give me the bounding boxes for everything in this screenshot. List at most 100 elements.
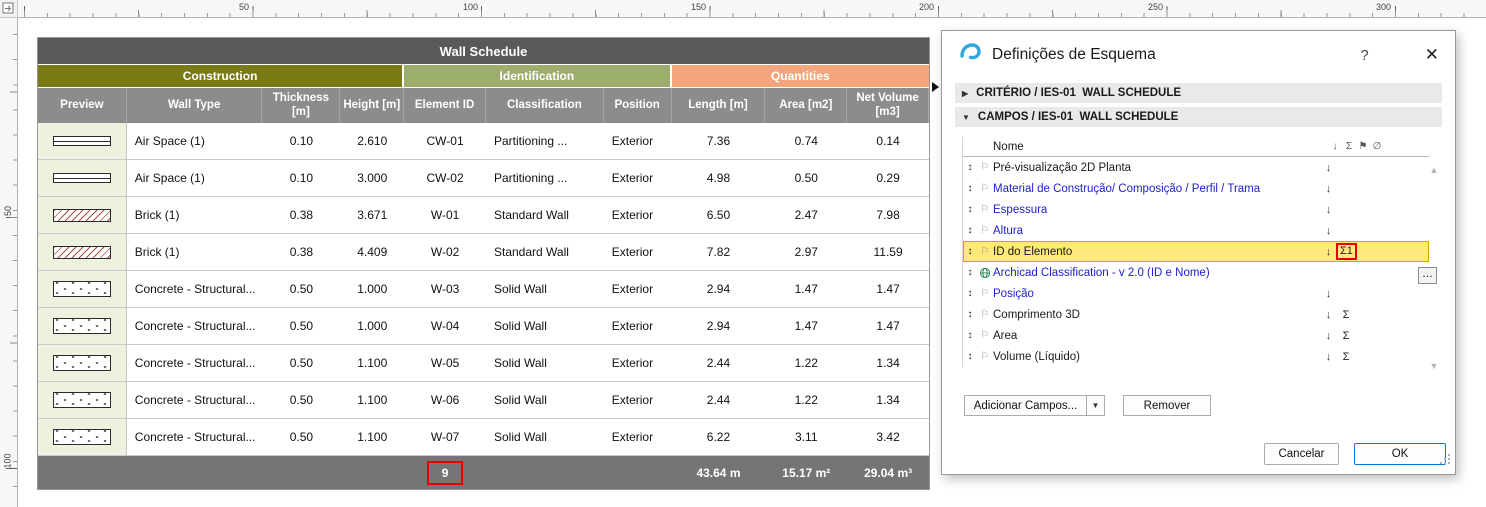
sum-flag[interactable]: Σ [1336, 330, 1356, 342]
field-label[interactable]: Altura [993, 225, 1321, 237]
field-row[interactable]: ↕ ⚐ Posição ↓ [963, 283, 1429, 304]
wall-type-cell[interactable]: Air Space (1) [127, 123, 263, 159]
table-row[interactable]: Concrete - Structural... 0.50 1.000 W-04… [38, 308, 929, 345]
classification-cell[interactable]: Solid Wall [486, 271, 604, 307]
area-cell[interactable]: 1.22 [765, 382, 847, 418]
element-id-cell[interactable]: W-01 [404, 197, 486, 233]
length-cell[interactable]: 7.82 [672, 234, 766, 270]
net-volume-cell[interactable]: 1.34 [847, 345, 929, 381]
reorder-handle-icon[interactable]: ↕ [963, 162, 977, 173]
column-header-net-volume[interactable]: Net Volume [m3] [847, 88, 929, 123]
scroll-up-icon[interactable]: ▲ [1427, 163, 1441, 177]
classification-cell[interactable]: Partitioning ... [486, 160, 604, 196]
field-label[interactable]: Posição [993, 288, 1321, 300]
position-cell[interactable]: Exterior [604, 234, 672, 270]
wall-preview[interactable] [38, 419, 127, 455]
sort-down-icon[interactable]: ↓ [1321, 351, 1336, 363]
length-cell[interactable]: 2.94 [672, 308, 766, 344]
net-volume-cell[interactable]: 1.47 [847, 271, 929, 307]
height-cell[interactable]: 3.671 [340, 197, 404, 233]
position-cell[interactable]: Exterior [604, 271, 672, 307]
field-row[interactable]: ↕ ⚐ Altura ↓ [963, 220, 1429, 241]
field-label[interactable]: Pré-visualização 2D Planta [993, 162, 1321, 174]
net-volume-cell[interactable]: 0.29 [847, 160, 929, 196]
wall-preview[interactable] [38, 308, 127, 344]
column-header-wall-type[interactable]: Wall Type [127, 88, 263, 123]
column-header-area[interactable]: Area [m2] [765, 88, 848, 123]
chevron-down-icon[interactable]: ▼ [962, 113, 970, 122]
field-row-selected[interactable]: ↕ ⚐ ID do Elemento ↓ Σ1 [963, 241, 1429, 262]
sort-down-icon[interactable]: ↓ [1321, 204, 1336, 216]
pane-handle-icon[interactable] [932, 82, 939, 92]
ruler-origin-icon[interactable] [0, 0, 18, 18]
add-fields-dropdown-icon[interactable]: ▼ [1086, 395, 1105, 416]
table-row[interactable]: Brick (1) 0.38 3.671 W-01 Standard Wall … [38, 197, 929, 234]
reorder-handle-icon[interactable]: ↕ [963, 288, 977, 299]
field-label[interactable]: Archicad Classification - v 2.0 (ID e No… [993, 267, 1321, 279]
wall-preview[interactable] [38, 271, 127, 307]
element-id-cell[interactable]: W-06 [404, 382, 486, 418]
scroll-down-icon[interactable]: ▼ [1427, 359, 1441, 373]
classification-cell[interactable]: Solid Wall [486, 382, 604, 418]
column-header-preview[interactable]: Preview [38, 88, 127, 123]
table-row[interactable]: Air Space (1) 0.10 2.610 CW-01 Partition… [38, 123, 929, 160]
position-cell[interactable]: Exterior [604, 160, 672, 196]
classification-cell[interactable]: Solid Wall [486, 345, 604, 381]
position-cell[interactable]: Exterior [604, 345, 672, 381]
length-cell[interactable]: 7.36 [672, 123, 766, 159]
height-cell[interactable]: 1.100 [340, 382, 404, 418]
element-id-cell[interactable]: W-07 [404, 419, 486, 455]
height-cell[interactable]: 4.409 [340, 234, 404, 270]
field-label[interactable]: ID do Elemento [993, 246, 1321, 258]
field-row[interactable]: ↕ Archicad Classification - v 2.0 (ID e … [963, 262, 1429, 283]
position-cell[interactable]: Exterior [604, 382, 672, 418]
wall-type-cell[interactable]: Brick (1) [127, 197, 263, 233]
table-row[interactable]: Concrete - Structural... 0.50 1.100 W-05… [38, 345, 929, 382]
area-cell[interactable]: 1.22 [765, 345, 847, 381]
wall-preview[interactable] [38, 123, 127, 159]
table-row[interactable]: Air Space (1) 0.10 3.000 CW-02 Partition… [38, 160, 929, 197]
height-cell[interactable]: 2.610 [340, 123, 404, 159]
element-id-cell[interactable]: CW-02 [404, 160, 486, 196]
wall-type-cell[interactable]: Concrete - Structural... [127, 345, 263, 381]
table-row[interactable]: Concrete - Structural... 0.50 1.100 W-06… [38, 382, 929, 419]
height-cell[interactable]: 1.000 [340, 308, 404, 344]
thickness-cell[interactable]: 0.50 [263, 271, 341, 307]
help-icon[interactable]: ? [1360, 47, 1368, 64]
sort-down-icon[interactable]: ↓ [1321, 246, 1336, 258]
thickness-cell[interactable]: 0.50 [263, 345, 341, 381]
wall-type-cell[interactable]: Concrete - Structural... [127, 419, 263, 455]
table-row[interactable]: Brick (1) 0.38 4.409 W-02 Standard Wall … [38, 234, 929, 271]
sort-down-icon[interactable]: ↓ [1321, 162, 1336, 174]
classification-cell[interactable]: Standard Wall [486, 234, 604, 270]
wall-type-cell[interactable]: Concrete - Structural... [127, 308, 263, 344]
wall-type-cell[interactable]: Concrete - Structural... [127, 382, 263, 418]
area-cell[interactable]: 1.47 [765, 308, 847, 344]
position-cell[interactable]: Exterior [604, 197, 672, 233]
field-label[interactable]: Volume (Líquido) [993, 351, 1321, 363]
net-volume-cell[interactable]: 7.98 [847, 197, 929, 233]
wall-preview[interactable] [38, 197, 127, 233]
sort-down-icon[interactable]: ↓ [1321, 183, 1336, 195]
classification-cell[interactable]: Solid Wall [486, 308, 604, 344]
length-cell[interactable]: 6.50 [672, 197, 766, 233]
length-cell[interactable]: 2.44 [672, 345, 766, 381]
field-row[interactable]: ↕ ⚐ Espessura ↓ [963, 199, 1429, 220]
wall-preview[interactable] [38, 160, 127, 196]
remove-button[interactable]: Remover [1123, 395, 1211, 416]
reorder-handle-icon[interactable]: ↕ [963, 267, 977, 278]
sum-flag[interactable]: Σ [1336, 309, 1356, 321]
area-cell[interactable]: 1.47 [765, 271, 847, 307]
field-row[interactable]: ↕ ⚐ Material de Construção/ Composição /… [963, 178, 1429, 199]
length-cell[interactable]: 2.94 [672, 271, 766, 307]
sort-down-icon[interactable]: ↓ [1321, 309, 1336, 321]
net-volume-cell[interactable]: 11.59 [847, 234, 929, 270]
ok-button[interactable]: OK [1354, 443, 1446, 465]
sort-down-icon[interactable]: ↓ [1321, 225, 1336, 237]
field-label[interactable]: Comprimento 3D [993, 309, 1321, 321]
wall-type-cell[interactable]: Concrete - Structural... [127, 271, 263, 307]
wall-preview[interactable] [38, 382, 127, 418]
table-row[interactable]: Concrete - Structural... 0.50 1.000 W-03… [38, 271, 929, 308]
area-cell[interactable]: 2.47 [765, 197, 847, 233]
thickness-cell[interactable]: 0.10 [263, 123, 341, 159]
